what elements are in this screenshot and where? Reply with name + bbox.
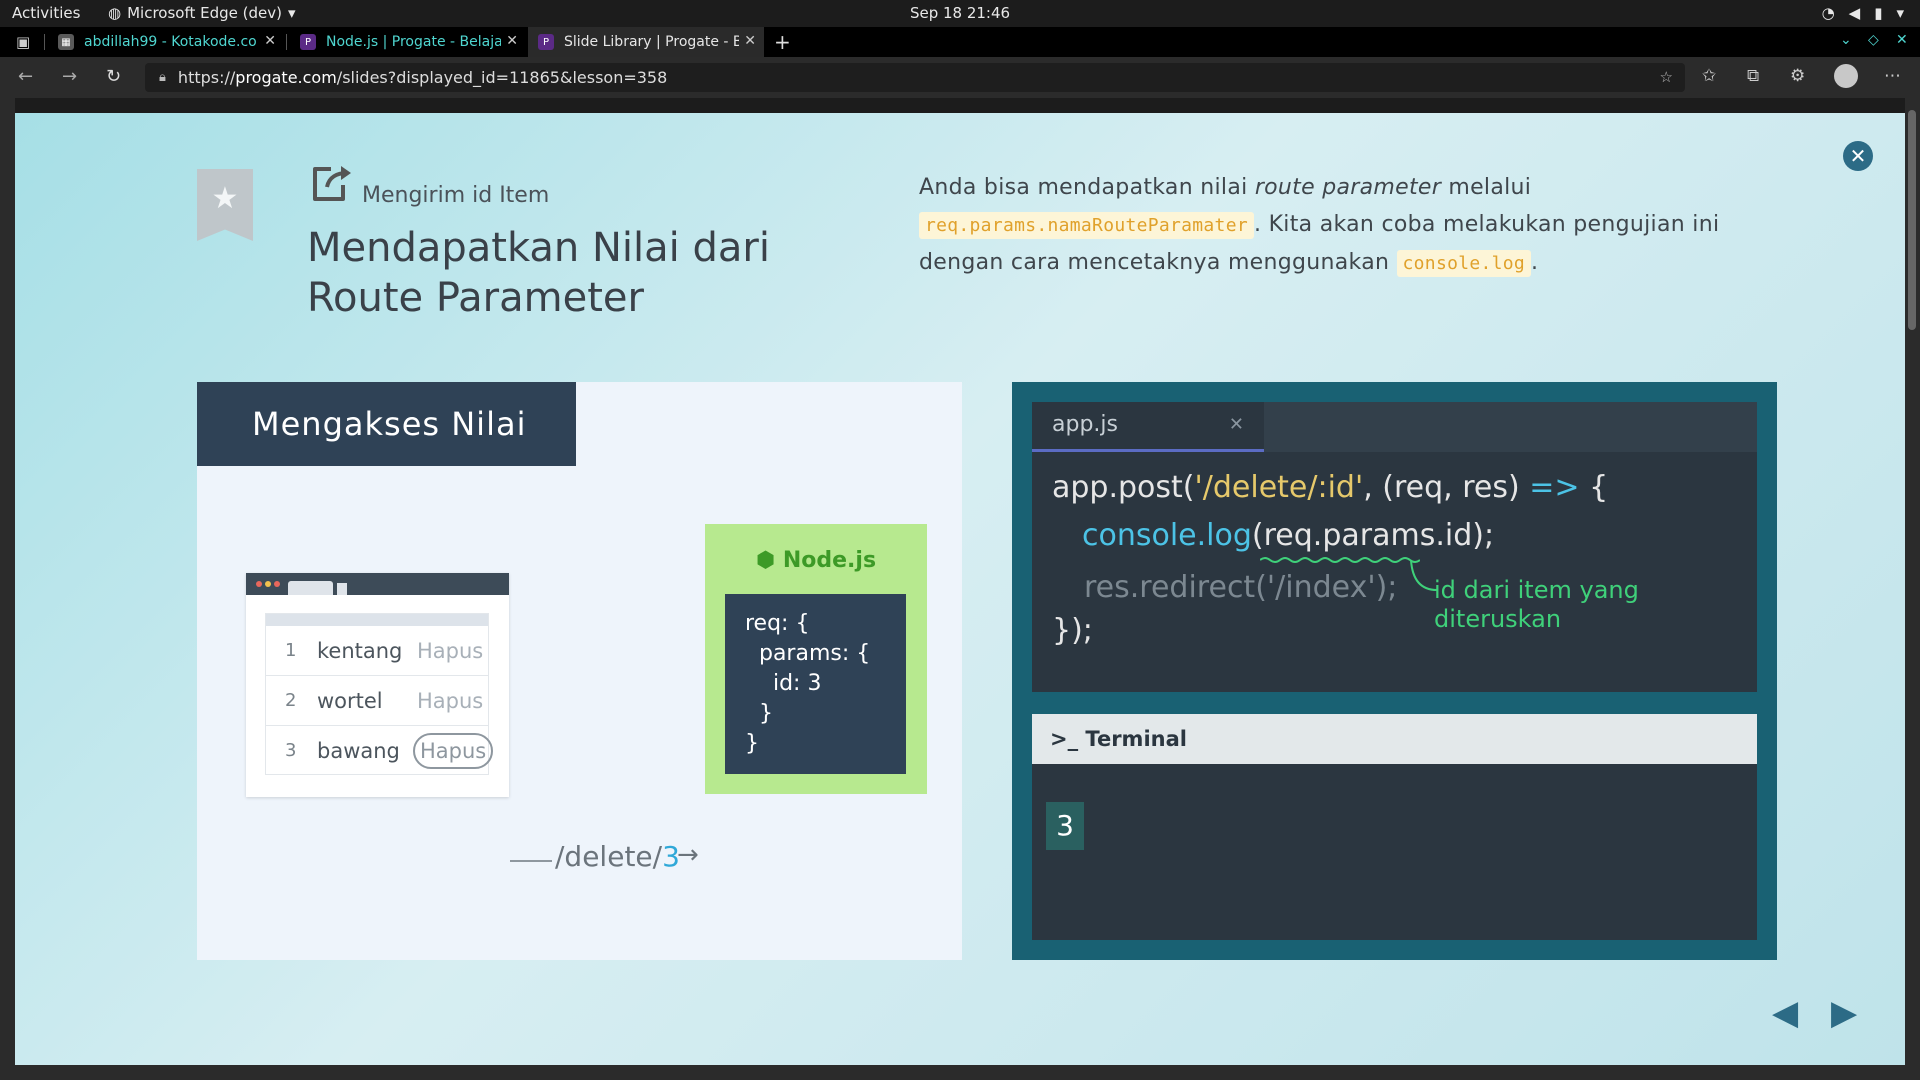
activities-button[interactable]: Activities <box>12 4 80 22</box>
battery-icon: ▮ <box>1874 4 1883 22</box>
profile-avatar[interactable] <box>1834 64 1858 88</box>
next-slide-icon[interactable]: ▶ <box>1831 993 1857 1033</box>
terminal-icon: >_ <box>1050 727 1079 751</box>
terminal-header: >_ Terminal <box>1032 714 1757 764</box>
tab-kotakode[interactable]: ▦ abdillah99 - Kotakode.co ✕ <box>48 27 284 57</box>
delete-link-highlighted: Hapus <box>413 733 494 769</box>
list-item: 2 wortel Hapus <box>266 676 488 726</box>
forward-icon[interactable]: → <box>62 66 77 87</box>
close-slide-button[interactable]: ✕ <box>1843 141 1873 171</box>
volume-icon: ◀ <box>1848 4 1861 22</box>
req-object-code: req: { params: { id: 3 } } <box>725 594 906 774</box>
url-path: /slides?displayed_id=11865&lesson=358 <box>336 68 668 87</box>
restore-icon[interactable]: ◇ <box>1868 32 1879 48</box>
add-favorite-icon[interactable]: ☆ <box>1660 68 1673 86</box>
close-icon: ✕ <box>1228 414 1244 435</box>
more-menu-icon[interactable]: ⋯ <box>1884 66 1901 86</box>
code-annotation: id dari item yang diteruskan <box>1434 576 1639 633</box>
mini-browser: 1 kentang Hapus 2 wortel Hapus 3 bawang Hapus <box>246 573 509 797</box>
list-item: 1 kentang Hapus <box>266 626 488 676</box>
hexagon-icon: ⬢ <box>755 548 776 573</box>
tab-actions-icon[interactable]: ▣ <box>16 33 30 51</box>
code-line: console.log(req.params.id); <box>1082 518 1495 553</box>
underline-squiggle <box>1260 557 1420 563</box>
table-icon: ▦ <box>58 34 74 50</box>
delete-link: Hapus <box>417 639 484 663</box>
close-icon: ✕ <box>1849 144 1867 168</box>
close-tab-icon[interactable]: ✕ <box>506 33 518 49</box>
editor-tab[interactable]: app.js ✕ <box>1032 402 1264 452</box>
panel-heading: Mengakses Nilai <box>197 382 576 466</box>
wifi-icon: ◔ <box>1821 4 1835 22</box>
back-icon[interactable]: ← <box>18 66 33 87</box>
edge-icon: ◍ <box>108 4 122 22</box>
url-field[interactable]: 🔒︎ https://progate.com/slides?displayed_… <box>145 63 1685 92</box>
new-tab-icon[interactable]: + <box>774 30 791 54</box>
arrow-right-icon: → <box>677 840 699 870</box>
slide-description: Anda bisa mendapatkan nilai route parame… <box>919 169 1779 282</box>
collections-icon[interactable]: ⧉ <box>1747 66 1759 86</box>
desc-text: . <box>1531 250 1539 275</box>
slide-subtitle: Mengirim id Item <box>362 183 550 208</box>
extensions-icon[interactable]: ⚙ <box>1790 66 1805 86</box>
lock-icon: 🔒︎ <box>159 70 166 85</box>
inline-code: req.params.namaRouteParamater <box>919 212 1254 239</box>
url-scheme: https:// <box>177 68 236 87</box>
desc-text: Anda bisa mendapatkan nilai <box>919 175 1255 200</box>
code-editor: app.js ✕ app.post('/delete/:id', (req, re… <box>1032 402 1757 692</box>
slide-stage: ★ Mengirim id Item Mendapatkan Nilai dar… <box>15 113 1905 1065</box>
chevron-down-icon: ▾ <box>287 4 296 22</box>
address-bar-row: ← → ↻ 🔒︎ https://progate.com/slides?disp… <box>0 57 1920 98</box>
scrollbar[interactable] <box>1908 110 1916 330</box>
code-line: }); <box>1052 613 1093 648</box>
tab-title: abdillah99 - Kotakode.co <box>84 34 257 50</box>
progate-icon: P <box>300 34 316 50</box>
illustration-panel: Mengakses Nilai 1 kentang Hapus 2 wortel Hap… <box>197 382 962 960</box>
system-tray[interactable]: ◔ ◀ ▮ ▾ <box>1822 4 1904 22</box>
code-line: res.redirect('/index'); <box>1084 570 1398 605</box>
refresh-icon[interactable]: ↻ <box>106 66 121 87</box>
code-line: app.post('/delete/:id', (req, res) => { <box>1052 470 1609 505</box>
star-icon: ★ <box>211 181 239 216</box>
previous-slide-icon[interactable]: ◀ <box>1772 993 1798 1033</box>
tab-title: Node.js | Progate - Belaja <box>326 34 501 50</box>
close-tab-icon[interactable]: ✕ <box>744 33 756 49</box>
tab-slide-library[interactable]: P Slide Library | Progate - B ✕ <box>528 27 764 57</box>
close-window-icon[interactable]: ✕ <box>1896 32 1908 48</box>
inline-code: console.log <box>1396 250 1532 277</box>
chevron-down-icon: ▾ <box>1896 4 1904 22</box>
chevron-down-icon[interactable]: ⌄ <box>1840 32 1852 48</box>
desc-text: melalui <box>1441 175 1532 200</box>
terminal-output: 3 <box>1046 802 1084 850</box>
url-host: progate.com <box>235 68 337 87</box>
app-menu[interactable]: ◍ Microsoft Edge (dev) ▾ <box>108 4 296 22</box>
desc-emphasis: route parameter <box>1254 175 1442 200</box>
connector-line <box>510 860 552 862</box>
os-top-bar: Activities ◍ Microsoft Edge (dev) ▾ Sep 18… <box>0 0 1920 27</box>
tab-title: Slide Library | Progate - B <box>564 34 739 50</box>
slide-title: Mendapatkan Nilai dari Route Parameter <box>307 225 770 321</box>
app-name: Microsoft Edge (dev) <box>127 4 282 22</box>
tab-bar: ▣ ▦ abdillah99 - Kotakode.co ✕ P Node.js… <box>0 27 1920 57</box>
favorites-icon[interactable]: ✩ <box>1702 66 1716 86</box>
route-path: /delete/3 <box>555 840 680 873</box>
tab-nodejs[interactable]: P Node.js | Progate - Belaja ✕ <box>290 27 526 57</box>
delete-link: Hapus <box>417 689 484 713</box>
external-link-icon <box>313 166 351 201</box>
nodejs-box: ⬢ Node.js req: { params: { id: 3 } } <box>705 524 927 794</box>
code-panel: app.js ✕ app.post('/delete/:id', (req, re… <box>1012 382 1777 960</box>
close-tab-icon[interactable]: ✕ <box>264 33 276 49</box>
nodejs-title: ⬢ Node.js <box>755 548 877 573</box>
terminal: >_ Terminal 3 <box>1032 714 1757 940</box>
bookmark-button[interactable]: ★ <box>197 169 253 241</box>
list-item: 3 bawang Hapus <box>266 726 494 776</box>
progate-icon: P <box>538 34 554 50</box>
